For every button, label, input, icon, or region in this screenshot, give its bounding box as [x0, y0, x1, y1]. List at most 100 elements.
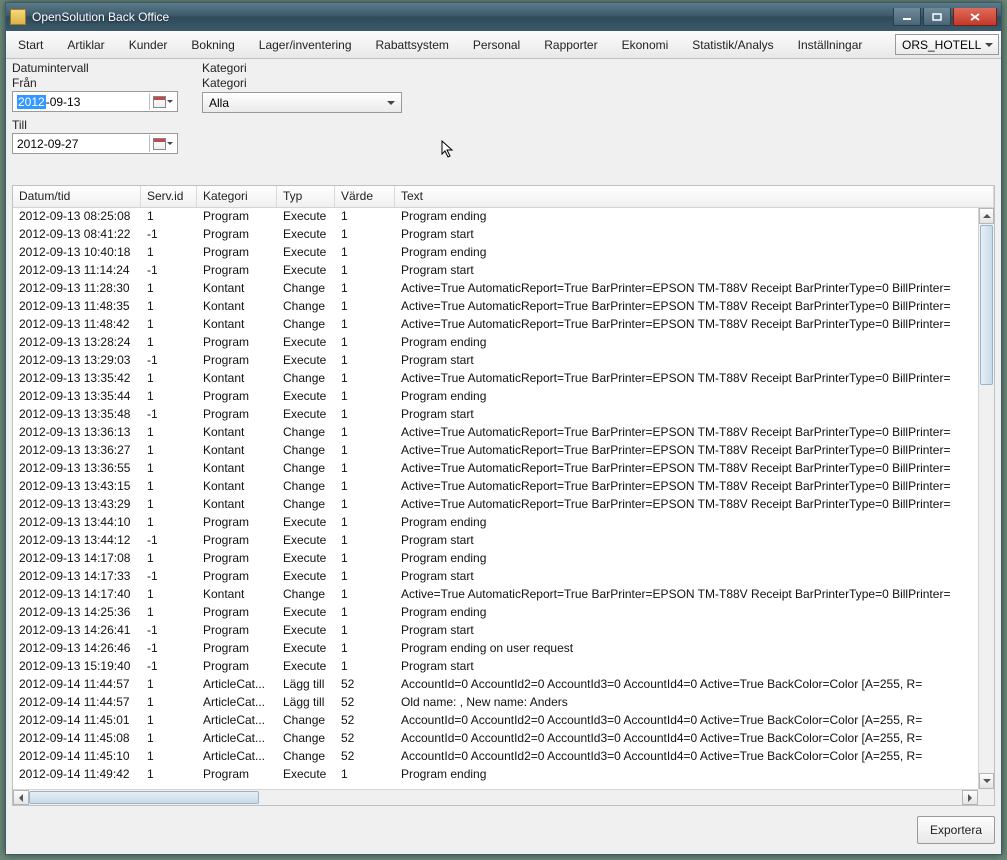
- database-select[interactable]: ORS_HOTELL: [895, 34, 999, 55]
- cell: ArticleCat...: [197, 730, 277, 748]
- menu-ekonomi[interactable]: Ekonomi: [610, 31, 681, 58]
- cell: 1: [141, 244, 197, 262]
- to-label: Till: [12, 118, 178, 132]
- hscroll-track[interactable]: [29, 790, 962, 805]
- menu-kunder[interactable]: Kunder: [117, 31, 180, 58]
- filter-panel: Datumintervall Från 2012-09-13 Till 2012…: [6, 59, 1001, 162]
- menu-installningar[interactable]: Inställningar: [786, 31, 875, 58]
- table-row[interactable]: 2012-09-13 13:36:271KontantChange1Active…: [13, 442, 978, 460]
- scroll-up-button[interactable]: [979, 208, 994, 224]
- cell: Execute: [277, 388, 335, 406]
- maximize-button[interactable]: [923, 8, 951, 26]
- table-row[interactable]: 2012-09-14 11:44:571ArticleCat...Lägg ti…: [13, 676, 978, 694]
- menu-rapporter[interactable]: Rapporter: [532, 31, 609, 58]
- table-row[interactable]: 2012-09-13 08:41:22-1ProgramExecute1Prog…: [13, 226, 978, 244]
- table-row[interactable]: 2012-09-13 10:40:181ProgramExecute1Progr…: [13, 244, 978, 262]
- table-row[interactable]: 2012-09-13 13:44:12-1ProgramExecute1Prog…: [13, 532, 978, 550]
- table-row[interactable]: 2012-09-13 13:36:131KontantChange1Active…: [13, 424, 978, 442]
- cell: Program: [197, 640, 277, 658]
- cell: 1: [141, 424, 197, 442]
- menu-artiklar[interactable]: Artiklar: [55, 31, 116, 58]
- cell: Active=True AutomaticReport=True BarPrin…: [395, 280, 978, 298]
- menu-personal[interactable]: Personal: [461, 31, 532, 58]
- table-row[interactable]: 2012-09-13 14:17:33-1ProgramExecute1Prog…: [13, 568, 978, 586]
- col-varde[interactable]: Värde: [335, 186, 395, 207]
- col-kategori[interactable]: Kategori: [197, 186, 277, 207]
- table-row[interactable]: 2012-09-13 14:26:46-1ProgramExecute1Prog…: [13, 640, 978, 658]
- horizontal-scrollbar[interactable]: [13, 789, 978, 805]
- from-date-input[interactable]: 2012-09-13: [12, 91, 178, 112]
- col-typ[interactable]: Typ: [277, 186, 335, 207]
- menu-statistik[interactable]: Statistik/Analys: [680, 31, 785, 58]
- table-row[interactable]: 2012-09-13 13:28:241ProgramExecute1Progr…: [13, 334, 978, 352]
- table-row[interactable]: 2012-09-13 11:14:24-1ProgramExecute1Prog…: [13, 262, 978, 280]
- table-row[interactable]: 2012-09-13 08:25:081ProgramExecute1Progr…: [13, 208, 978, 226]
- minimize-button[interactable]: [893, 8, 921, 26]
- menu-rabatt[interactable]: Rabattsystem: [364, 31, 461, 58]
- menu-lager[interactable]: Lager/inventering: [247, 31, 364, 58]
- cell: Execute: [277, 262, 335, 280]
- cell: 1: [335, 316, 395, 334]
- close-button[interactable]: [953, 8, 997, 26]
- table-row[interactable]: 2012-09-13 13:35:441ProgramExecute1Progr…: [13, 388, 978, 406]
- export-button[interactable]: Exportera: [917, 816, 995, 844]
- grid-header: Datum/tid Serv.id Kategori Typ Värde Tex…: [13, 186, 994, 208]
- scroll-down-button[interactable]: [979, 773, 994, 789]
- cell: 1: [141, 316, 197, 334]
- menu-start[interactable]: Start: [6, 31, 55, 58]
- table-row[interactable]: 2012-09-14 11:45:101ArticleCat...Change5…: [13, 748, 978, 766]
- cell: Program: [197, 406, 277, 424]
- table-row[interactable]: 2012-09-13 11:28:301KontantChange1Active…: [13, 280, 978, 298]
- app-icon: [10, 9, 26, 25]
- vertical-scrollbar[interactable]: [978, 208, 994, 789]
- table-row[interactable]: 2012-09-13 13:43:291KontantChange1Active…: [13, 496, 978, 514]
- cell: Program: [197, 226, 277, 244]
- to-date-input[interactable]: 2012-09-27: [12, 133, 178, 154]
- cell: 2012-09-13 10:40:18: [13, 244, 141, 262]
- table-row[interactable]: 2012-09-13 13:35:421KontantChange1Active…: [13, 370, 978, 388]
- cell: Lägg till: [277, 676, 335, 694]
- scroll-thumb[interactable]: [980, 225, 993, 385]
- table-row[interactable]: 2012-09-13 15:19:40-1ProgramExecute1Prog…: [13, 658, 978, 676]
- col-datum[interactable]: Datum/tid: [13, 186, 141, 207]
- grid-body[interactable]: 2012-09-13 08:25:081ProgramExecute1Progr…: [13, 208, 978, 789]
- col-servid[interactable]: Serv.id: [141, 186, 197, 207]
- menu-bokning[interactable]: Bokning: [179, 31, 246, 58]
- cell: Change: [277, 586, 335, 604]
- to-date-picker-button[interactable]: [149, 135, 175, 152]
- scroll-right-button[interactable]: [962, 790, 978, 805]
- table-row[interactable]: 2012-09-14 11:45:011ArticleCat...Change5…: [13, 712, 978, 730]
- table-row[interactable]: 2012-09-13 14:17:081ProgramExecute1Progr…: [13, 550, 978, 568]
- table-row[interactable]: 2012-09-13 13:35:48-1ProgramExecute1Prog…: [13, 406, 978, 424]
- table-row[interactable]: 2012-09-13 13:44:101ProgramExecute1Progr…: [13, 514, 978, 532]
- table-row[interactable]: 2012-09-13 11:48:421KontantChange1Active…: [13, 316, 978, 334]
- scroll-left-button[interactable]: [13, 790, 29, 805]
- cell: Execute: [277, 604, 335, 622]
- table-row[interactable]: 2012-09-14 11:45:081ArticleCat...Change5…: [13, 730, 978, 748]
- table-row[interactable]: 2012-09-13 13:29:03-1ProgramExecute1Prog…: [13, 352, 978, 370]
- table-row[interactable]: 2012-09-13 14:17:401KontantChange1Active…: [13, 586, 978, 604]
- table-row[interactable]: 2012-09-13 13:43:151KontantChange1Active…: [13, 478, 978, 496]
- cell: 1: [335, 532, 395, 550]
- scroll-corner: [978, 789, 994, 805]
- col-text[interactable]: Text: [395, 186, 994, 207]
- table-row[interactable]: 2012-09-14 11:49:421ProgramExecute1Progr…: [13, 766, 978, 784]
- cell: Active=True AutomaticReport=True BarPrin…: [395, 298, 978, 316]
- kategori-select[interactable]: Alla: [202, 92, 402, 113]
- cell: Kontant: [197, 298, 277, 316]
- hscroll-thumb[interactable]: [29, 791, 259, 804]
- table-row[interactable]: 2012-09-13 14:25:361ProgramExecute1Progr…: [13, 604, 978, 622]
- kategori-value: Alla: [209, 96, 383, 110]
- cell: Program ending: [395, 334, 978, 352]
- table-row[interactable]: 2012-09-13 14:26:41-1ProgramExecute1Prog…: [13, 622, 978, 640]
- table-row[interactable]: 2012-09-14 11:44:571ArticleCat...Lägg ti…: [13, 694, 978, 712]
- table-row[interactable]: 2012-09-13 11:48:351KontantChange1Active…: [13, 298, 978, 316]
- from-date-picker-button[interactable]: [149, 93, 175, 110]
- cell: 1: [141, 478, 197, 496]
- cell: 1: [141, 298, 197, 316]
- cell: 1: [141, 766, 197, 784]
- calendar-icon: [153, 96, 166, 108]
- table-row[interactable]: 2012-09-13 13:36:551KontantChange1Active…: [13, 460, 978, 478]
- titlebar[interactable]: OpenSolution Back Office: [6, 3, 1001, 31]
- cell: Execute: [277, 406, 335, 424]
